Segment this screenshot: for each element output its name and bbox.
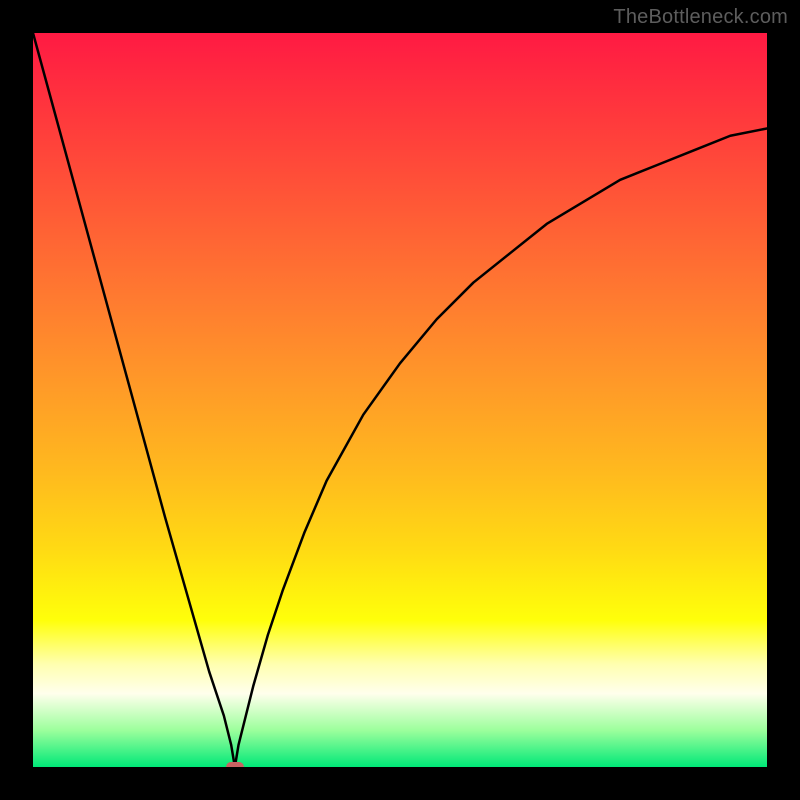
plot-area <box>33 33 767 767</box>
chart-frame: TheBottleneck.com <box>0 0 800 800</box>
series-right-branch <box>235 128 767 767</box>
curve-svg <box>33 33 767 767</box>
bottleneck-marker <box>226 762 244 767</box>
watermark-text: TheBottleneck.com <box>613 6 788 29</box>
series-left-branch <box>33 33 235 767</box>
